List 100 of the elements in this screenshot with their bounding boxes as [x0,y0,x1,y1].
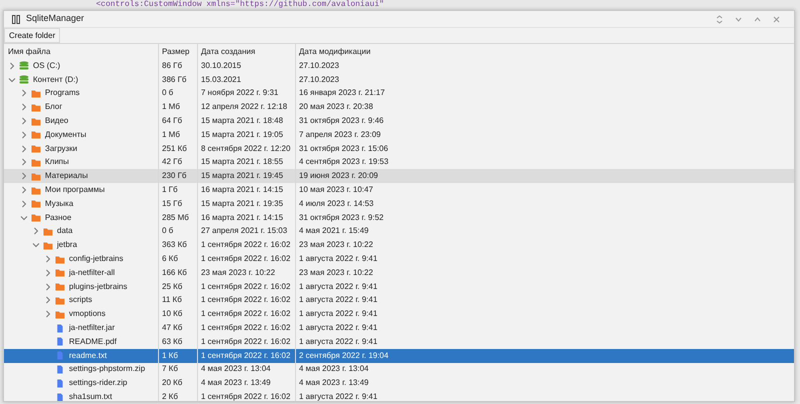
created-date: 1 сентября 2022 г. 16:02 [201,308,290,320]
chevron-down-icon[interactable] [20,214,28,222]
tree-row[interactable]: data 0 б 27 апреля 2021 г. 15:03 4 мая 2021 г. 15:49 [4,224,794,238]
chevron-down-icon [735,16,742,22]
file-name: ja-netfilter-all [69,266,115,279]
modified-date: 1 августа 2022 г. 9:41 [299,336,378,348]
tree-row[interactable]: Документы 1 Мб 15 марта 2021 г. 19:05 7 апреля 2023 г. 23:09 [4,128,794,142]
chevron-right-icon[interactable] [44,296,52,304]
tree-row[interactable]: config-jetbrains 6 Кб 1 сентября 2022 г. 16:02 1 августа 2022 г. 9:41 [4,252,794,266]
chevron-right-icon[interactable] [44,310,52,318]
tree-row[interactable]: OS (C:) 86 Гб 30.10.2015 27.10.2023 [4,59,794,73]
created-date: 15.03.2021 [201,74,242,86]
chevron-right-icon[interactable] [20,89,28,98]
chevron-right-icon[interactable] [8,62,16,70]
file-name: scripts [69,294,92,306]
chevron-right-icon[interactable] [32,227,40,236]
chevron-right-icon[interactable] [20,117,28,126]
tree-row[interactable]: Музыка 15 Гб 15 марта 2021 г. 19:35 4 июля 2023 г. 14:53 [4,196,794,211]
tree-row[interactable]: ja-netfilter.jar 47 Кб 1 сентября 2022 г. 16:02 1 августа 2022 г. 9:41 [4,321,794,335]
tree-row[interactable]: vmoptions 10 Кб 1 сентября 2022 г. 16:02 1 августа 2022 г. 9:41 [4,307,794,322]
tree-row[interactable]: readme.txt 1 Кб 1 сентября 2022 г. 16:02 2 сентября 2022 г. 19:04 [4,348,794,363]
file-size: 166 Кб [162,266,187,279]
created-date: 1 сентября 2022 г. 16:02 [201,350,290,362]
tree-row[interactable]: Видео 64 Гб 15 марта 2021 г. 18:48 31 октября 2023 г. 9:46 [4,114,794,128]
created-date: 30.10.2015 [201,60,242,72]
modified-date: 4 июля 2023 г. 14:53 [299,198,374,210]
tree-row[interactable]: Блог 1 Мб 12 апреля 2022 г. 12:18 20 мая 2023 г. 20:38 [4,100,794,114]
tree-row[interactable]: Контент (D:) 386 Гб 15.03.2021 27.10.2023 [4,72,794,87]
modified-date: 4 мая 2023 г. 13:04 [299,363,369,376]
file-size: 86 Гб [162,60,182,72]
file-size: 230 Гб [162,170,186,182]
modified-date: 19 июня 2023 г. 20:09 [299,170,378,182]
file-name: sha1sum.txt [69,391,112,401]
chevron-right-icon[interactable] [20,144,28,153]
file-size: 2 Кб [162,391,178,401]
chevron-right-icon[interactable] [20,130,28,139]
file-size: 363 Кб [162,239,187,252]
tree-row[interactable]: Загрузки 251 Кб 8 сентября 2022 г. 12:20 31 октября 2023 г. 15:06 [4,142,794,156]
column-header[interactable]: Дата создания [201,46,256,58]
create-folder-button[interactable]: Create folder [4,28,60,43]
chevron-up-icon [754,16,761,22]
tree-row[interactable]: ja-netfilter-all 166 Кб 23 мая 2023 г. 10:22 23 мая 2023 г. 10:22 [4,266,794,280]
chevron-right-icon[interactable] [20,158,28,166]
file-name: ja-netfilter.jar [69,322,115,334]
modified-date: 10 мая 2023 г. 10:47 [299,184,374,196]
modified-date: 27.10.2023 [299,74,340,86]
file-size: 0 б [162,87,174,100]
drive-icon [19,75,29,84]
file-name: Музыка [45,198,74,210]
file-size: 1 Мб [162,101,180,114]
created-date: 15 марта 2021 г. 18:48 [201,115,284,128]
chevron-down-icon[interactable] [8,76,16,84]
file-name: config-jetbrains [69,253,124,266]
modified-date: 1 августа 2022 г. 9:41 [299,294,378,306]
file-name: data [57,225,73,238]
window-title: SqliteManager [26,12,84,26]
column-header[interactable]: Имя файла [8,46,50,58]
tree-row[interactable]: jetbra 363 Кб 1 сентября 2022 г. 16:02 23 мая 2023 г. 10:22 [4,238,794,252]
file-name: OS (C:) [33,60,60,72]
tree-row[interactable]: scripts 11 Кб 1 сентября 2022 г. 16:02 1 августа 2022 г. 9:41 [4,294,794,308]
file-size: 20 Кб [162,377,182,390]
file-name: Контент (D:) [33,74,78,86]
modified-date: 16 января 2023 г. 21:17 [299,87,385,100]
modified-date: 23 мая 2023 г. 10:22 [299,239,374,252]
chevron-right-icon[interactable] [20,186,28,194]
chevron-right-icon[interactable] [44,255,52,264]
file-name: Материалы [45,170,88,182]
modified-date: 7 апреля 2023 г. 23:09 [299,128,381,141]
tree-row[interactable]: sha1sum.txt 2 Кб 1 сентября 2022 г. 16:02 1 августа 2022 г. 9:41 [4,390,794,401]
drive-icon [19,61,29,70]
chevron-right-icon[interactable] [44,282,52,291]
created-date: 27 апреля 2021 г. 15:03 [201,225,288,238]
modified-date: 4 мая 2021 г. 15:49 [299,225,369,238]
file-size: 285 Мб [162,212,189,224]
file-name: jetbra [57,239,78,252]
tree-row[interactable]: Programs 0 б 7 ноября 2022 г. 9:31 16 января 2023 г. 21:17 [4,86,794,100]
tree-row[interactable]: Мои программы 1 Гб 16 марта 2021 г. 14:15 10 мая 2023 г. 10:47 [4,183,794,197]
tree-row[interactable]: Разное 285 Мб 16 марта 2021 г. 14:15 31 октября 2023 г. 9:52 [4,210,794,225]
tree-row[interactable]: Материалы 230 Гб 15 марта 2021 г. 19:45 19 июня 2023 г. 20:09 [4,169,794,184]
created-date: 15 марта 2021 г. 18:55 [201,156,284,168]
chevron-right-icon[interactable] [44,268,52,277]
tree-row[interactable]: settings-phpstorm.zip 7 Кб 4 мая 2023 г. 13:04 4 мая 2023 г. 13:04 [4,362,794,376]
modified-date: 20 мая 2023 г. 20:38 [299,101,374,114]
chevron-right-icon[interactable] [20,200,28,208]
column-header[interactable]: Дата модификации [299,46,371,58]
created-date: 1 сентября 2022 г. 16:02 [201,336,290,348]
chevron-right-icon[interactable] [20,103,28,112]
modified-date: 1 августа 2022 г. 9:41 [299,280,378,293]
created-date: 15 марта 2021 г. 19:45 [201,170,284,182]
modified-date: 31 октября 2023 г. 9:46 [299,115,384,128]
file-name: Блог [45,101,62,114]
chevron-right-icon[interactable] [20,172,28,180]
modified-date: 4 сентября 2023 г. 19:53 [299,156,388,168]
column-header[interactable]: Размер [162,46,190,58]
created-date: 15 марта 2021 г. 19:05 [201,128,284,141]
file-size: 0 б [162,225,174,238]
tree-row[interactable]: plugins-jetbrains 25 Кб 1 сентября 2022 г. 16:02 1 августа 2022 г. 9:41 [4,280,794,294]
chevron-down-icon[interactable] [32,241,40,250]
tree-row[interactable]: settings-rider.zip 20 Кб 4 мая 2023 г. 13:49 4 мая 2023 г. 13:49 [4,376,794,390]
restore-icon [716,14,723,24]
